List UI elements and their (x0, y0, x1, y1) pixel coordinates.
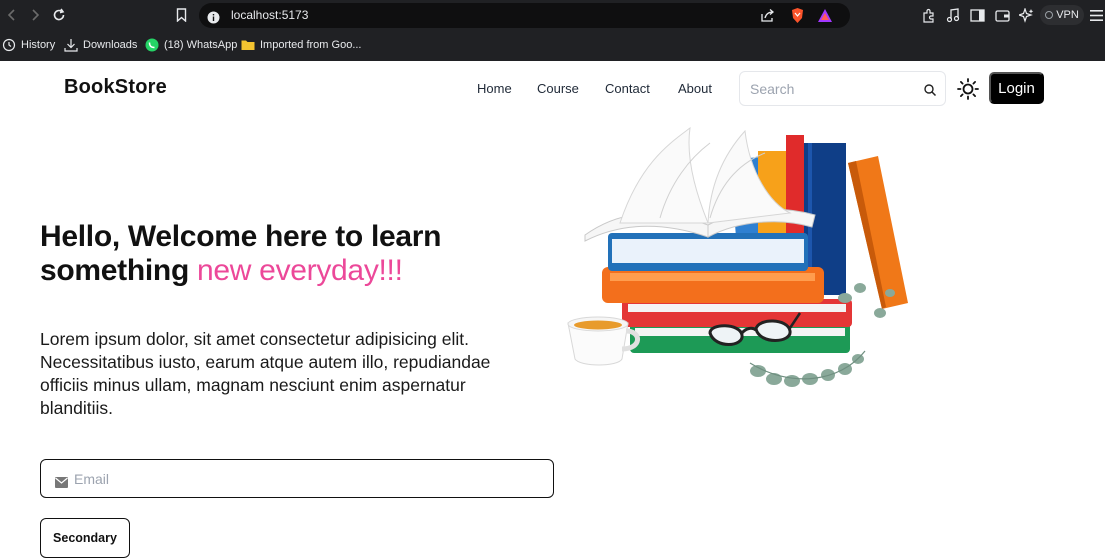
email-input[interactable] (74, 469, 534, 489)
hero-title-line1: Hello, Welcome here to learn (40, 220, 442, 253)
bookmark-icon[interactable] (172, 6, 190, 24)
folder-icon (241, 40, 255, 50)
sidebar-icon[interactable] (968, 6, 986, 24)
hero-books-illustration (560, 123, 920, 403)
browser-toolbar: localhost:5173 VPN (0, 0, 1105, 31)
nav-link-contact[interactable]: Contact (605, 81, 650, 96)
site-info-icon[interactable] (207, 9, 220, 24)
hero-paragraph: Lorem ipsum dolor, sit amet consectetur … (40, 329, 491, 418)
bookmark-label: Downloads (83, 39, 138, 51)
search-box (739, 71, 946, 106)
bookmark-label: History (21, 39, 56, 51)
reload-icon[interactable] (50, 6, 68, 24)
email-box (40, 459, 554, 498)
back-icon[interactable] (3, 6, 21, 24)
wallet-icon[interactable] (993, 6, 1011, 24)
secondary-button[interactable]: Secondary (40, 518, 130, 558)
vpn-icon (1045, 11, 1054, 19)
forward-icon[interactable] (26, 6, 44, 24)
bookmark-downloads[interactable]: Downloads (64, 37, 137, 53)
brave-rewards-icon[interactable] (817, 8, 833, 23)
history-icon (2, 38, 16, 52)
address-bar[interactable]: localhost:5173 (199, 3, 850, 28)
search-icon[interactable] (923, 82, 937, 97)
bookmark-history[interactable]: History (2, 37, 55, 53)
menu-icon[interactable] (1088, 6, 1104, 24)
download-icon (64, 39, 78, 52)
bookmarks-bar: History Downloads (18) WhatsApp Imported… (0, 33, 1105, 57)
search-input[interactable] (750, 79, 910, 99)
bookmark-label: (18) WhatsApp (164, 39, 238, 51)
share-icon[interactable] (760, 8, 775, 23)
nav-link-about[interactable]: About (678, 81, 712, 96)
page: BookStore Home Course Contact About Logi… (0, 61, 1105, 559)
envelope-icon (55, 473, 68, 488)
leo-ai-icon[interactable] (1017, 6, 1035, 24)
hero-title-line2: something (40, 254, 198, 287)
bookmark-label: Imported from Goo... (260, 39, 362, 51)
bookmark-whatsapp[interactable]: (18) WhatsApp (145, 37, 237, 53)
media-icon[interactable] (944, 6, 962, 24)
login-button[interactable]: Login (989, 72, 1044, 104)
brand-logo[interactable]: BookStore (64, 76, 167, 99)
whatsapp-icon (145, 38, 159, 52)
url-text[interactable]: localhost:5173 (231, 8, 308, 22)
extensions-icon[interactable] (919, 6, 937, 24)
brave-shield-icon[interactable] (790, 7, 805, 24)
browser-chrome: localhost:5173 VPN History Downloads (18… (0, 0, 1105, 61)
nav-link-course[interactable]: Course (537, 81, 579, 96)
bookmark-folder-imported[interactable]: Imported from Goo... (241, 37, 361, 53)
sun-icon[interactable] (956, 77, 980, 101)
vpn-label: VPN (1056, 9, 1079, 21)
nav-link-home[interactable]: Home (477, 81, 512, 96)
hero-title-accent: new everyday!!! (197, 254, 403, 287)
vpn-button[interactable]: VPN (1040, 5, 1084, 25)
hero-title: Hello, Welcome here to learn something n… (40, 220, 560, 288)
